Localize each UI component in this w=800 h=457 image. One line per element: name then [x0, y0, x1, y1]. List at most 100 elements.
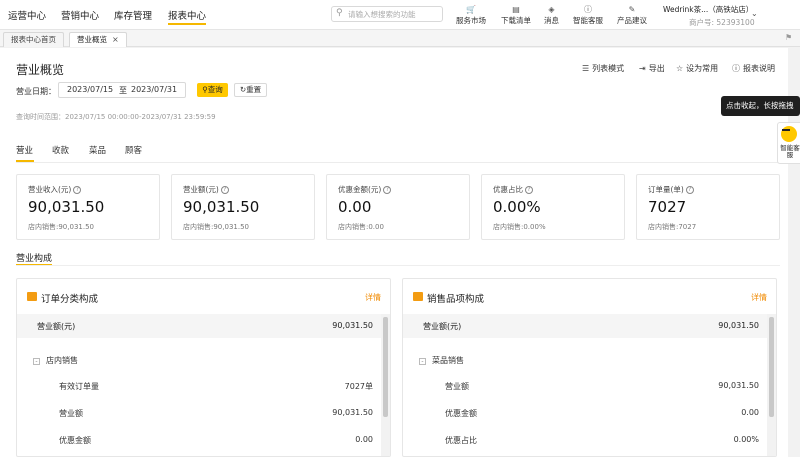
row-label: 营业额 — [59, 409, 83, 418]
messages-button[interactable]: ◈ 消息 — [544, 4, 559, 26]
tab-report-home[interactable]: 报表中心首页 — [3, 32, 64, 47]
mascot-eyes — [782, 129, 790, 132]
nav-marketing[interactable]: 营销中心 — [61, 8, 99, 22]
group-row[interactable]: - 店内销售 — [17, 351, 381, 371]
download-list-button[interactable]: ▤ 下载清单 — [501, 4, 531, 26]
metric-title-text: 订单量(单) — [648, 185, 684, 194]
metric-title: 优惠占比? — [493, 184, 533, 195]
close-icon[interactable]: × — [112, 35, 119, 44]
row-label: 优惠占比 — [445, 436, 477, 445]
row-label: 优惠金额 — [445, 409, 477, 418]
subtab-dishes[interactable]: 菜品 — [89, 144, 106, 156]
date-range-picker[interactable]: 2023/07/15 至 2023/07/31 — [58, 82, 186, 98]
row-label: 有效订单量 — [59, 382, 99, 391]
table-row: 有效订单量 7027单 — [17, 377, 381, 397]
row-value: 7027单 — [344, 382, 373, 391]
main-content: 营业概览 ☰ 列表模式 ⇥ 导出 ☆ 设为常用 ⓘ 报表说明 营业日期： 2023/07… — [0, 48, 788, 457]
metric-title-text: 优惠金额(元) — [338, 185, 382, 194]
search-box[interactable]: ⚲ 请输入想搜索的功能 — [331, 6, 443, 22]
bell-icon: ◈ — [548, 5, 555, 14]
date-label: 营业日期： — [16, 87, 56, 96]
metric-title: 营业额(元)? — [183, 184, 229, 195]
header-label: 营业额(元) — [37, 322, 76, 331]
metric-card-turnover: 营业额(元)? 90,031.50 店内销售:90,031.50 — [171, 174, 315, 240]
group-label: 菜品销售 — [432, 356, 464, 365]
suggestion-button[interactable]: ✎ 产品建议 — [617, 4, 647, 26]
subtab-payment[interactable]: 收款 — [52, 144, 69, 156]
row-label: 营业额 — [445, 382, 469, 391]
detail-link[interactable]: 详情 — [365, 292, 381, 303]
metric-value: 0.00 — [338, 198, 372, 216]
question-icon[interactable]: ? — [525, 186, 533, 194]
service-market-label: 服务市场 — [456, 16, 486, 25]
question-icon[interactable]: ? — [73, 186, 82, 194]
metric-card-orders: 订单量(单)? 7027 店内销售:7027 — [636, 174, 780, 240]
metric-card-discount: 优惠金额(元)? 0.00 店内销售:0.00 — [326, 174, 470, 240]
reset-button[interactable]: ↻重置 — [234, 83, 267, 97]
download-list-label: 下载清单 — [501, 16, 531, 25]
detail-link[interactable]: 详情 — [751, 292, 767, 303]
list-mode-label: 列表模式 — [592, 64, 625, 73]
scrollbar[interactable] — [381, 314, 390, 456]
question-icon[interactable]: ? — [383, 186, 392, 194]
nav-reports[interactable]: 报表中心 — [168, 8, 207, 25]
report-help-label: 报表说明 — [743, 64, 775, 73]
subtab-customers[interactable]: 顾客 — [125, 144, 142, 156]
metric-title-text: 营业收入(元) — [28, 185, 72, 194]
row-value: 90,031.50 — [332, 408, 373, 417]
group-row[interactable]: - 菜品销售 — [403, 351, 767, 371]
page-title: 营业概览 — [16, 63, 65, 77]
tab-label: 营业概览 — [77, 35, 107, 44]
metric-sub: 店内销售:0.00% — [493, 223, 546, 231]
search-placeholder: 请输入想搜索的功能 — [348, 10, 416, 19]
section-title: 营业构成 — [16, 251, 53, 266]
query-range-text: 查询时间范围：2023/07/15 00:00:00-2023/07/31 23… — [16, 113, 216, 121]
set-favorite-button[interactable]: ☆ 设为常用 — [676, 63, 718, 74]
messages-label: 消息 — [544, 16, 559, 25]
metric-card-discount-ratio: 优惠占比? 0.00% 店内销售:0.00% — [481, 174, 625, 240]
chevron-down-icon[interactable]: ⌄ — [751, 9, 758, 18]
report-help-button[interactable]: ⓘ 报表说明 — [732, 63, 775, 74]
smart-service-widget[interactable]: 智能客服 — [777, 122, 800, 164]
metric-sub: 店内销售:0.00 — [338, 223, 384, 231]
nav-inventory[interactable]: 库存管理 — [114, 8, 152, 22]
collapse-icon[interactable]: - — [419, 358, 426, 365]
subtab-business[interactable]: 营业 — [16, 144, 33, 156]
store-selector[interactable]: Wedrink茶...（高铁站店） 商户号: 52393100 — [663, 4, 755, 28]
query-label: 查询 — [207, 85, 223, 94]
merchant-id: 商户号: 52393100 — [689, 18, 755, 27]
set-favorite-label: 设为常用 — [686, 64, 719, 73]
store-name: Wedrink茶...（高铁站店） — [663, 5, 754, 14]
metric-value: 90,031.50 — [28, 198, 105, 216]
search-icon: ⚲ — [336, 8, 343, 18]
header-value: 90,031.50 — [332, 321, 373, 330]
nav-operations[interactable]: 运营中心 — [8, 8, 46, 22]
scrollbar[interactable] — [767, 314, 776, 456]
service-market-button[interactable]: 🛒 服务市场 — [456, 4, 486, 26]
list-icon: ☰ — [582, 64, 590, 73]
scrollbar-thumb[interactable] — [383, 317, 388, 417]
metric-value: 7027 — [648, 198, 687, 216]
question-icon[interactable]: ? — [685, 186, 694, 194]
table-row: 营业额 90,031.50 — [17, 404, 381, 424]
date-separator: 至 — [119, 86, 127, 95]
download-list-icon: ▤ — [512, 5, 520, 14]
smart-service-button[interactable]: ⓘ 智能客服 — [573, 4, 603, 26]
top-bar: 运营中心 营销中心 库存管理 报表中心 ⚲ 请输入想搜索的功能 🛒 服务市场 ▤… — [0, 0, 800, 30]
panel-title: 订单分类构成 — [41, 294, 99, 305]
query-button[interactable]: ⚲查询 — [197, 83, 228, 97]
order-category-panel: 订单分类构成 详情 营业额(元) 90,031.50 - 店内销售 有效订单量 7… — [16, 278, 391, 457]
tag-icon[interactable]: ⚑ — [785, 33, 792, 42]
metric-value: 90,031.50 — [183, 198, 260, 216]
collapse-icon[interactable]: - — [33, 358, 40, 365]
metric-sub: 店内销售:90,031.50 — [28, 223, 94, 231]
group-label: 店内销售 — [46, 356, 78, 365]
tab-business-overview[interactable]: 营业概览 × — [69, 32, 127, 47]
metric-title: 营业收入(元)? — [28, 184, 82, 195]
list-mode-button[interactable]: ☰ 列表模式 — [582, 63, 624, 74]
question-icon[interactable]: ? — [220, 186, 229, 194]
scrollbar-thumb[interactable] — [769, 317, 774, 417]
metric-sub: 店内销售:7027 — [648, 223, 697, 231]
star-icon: ☆ — [676, 64, 684, 73]
export-button[interactable]: ⇥ 导出 — [639, 63, 665, 74]
